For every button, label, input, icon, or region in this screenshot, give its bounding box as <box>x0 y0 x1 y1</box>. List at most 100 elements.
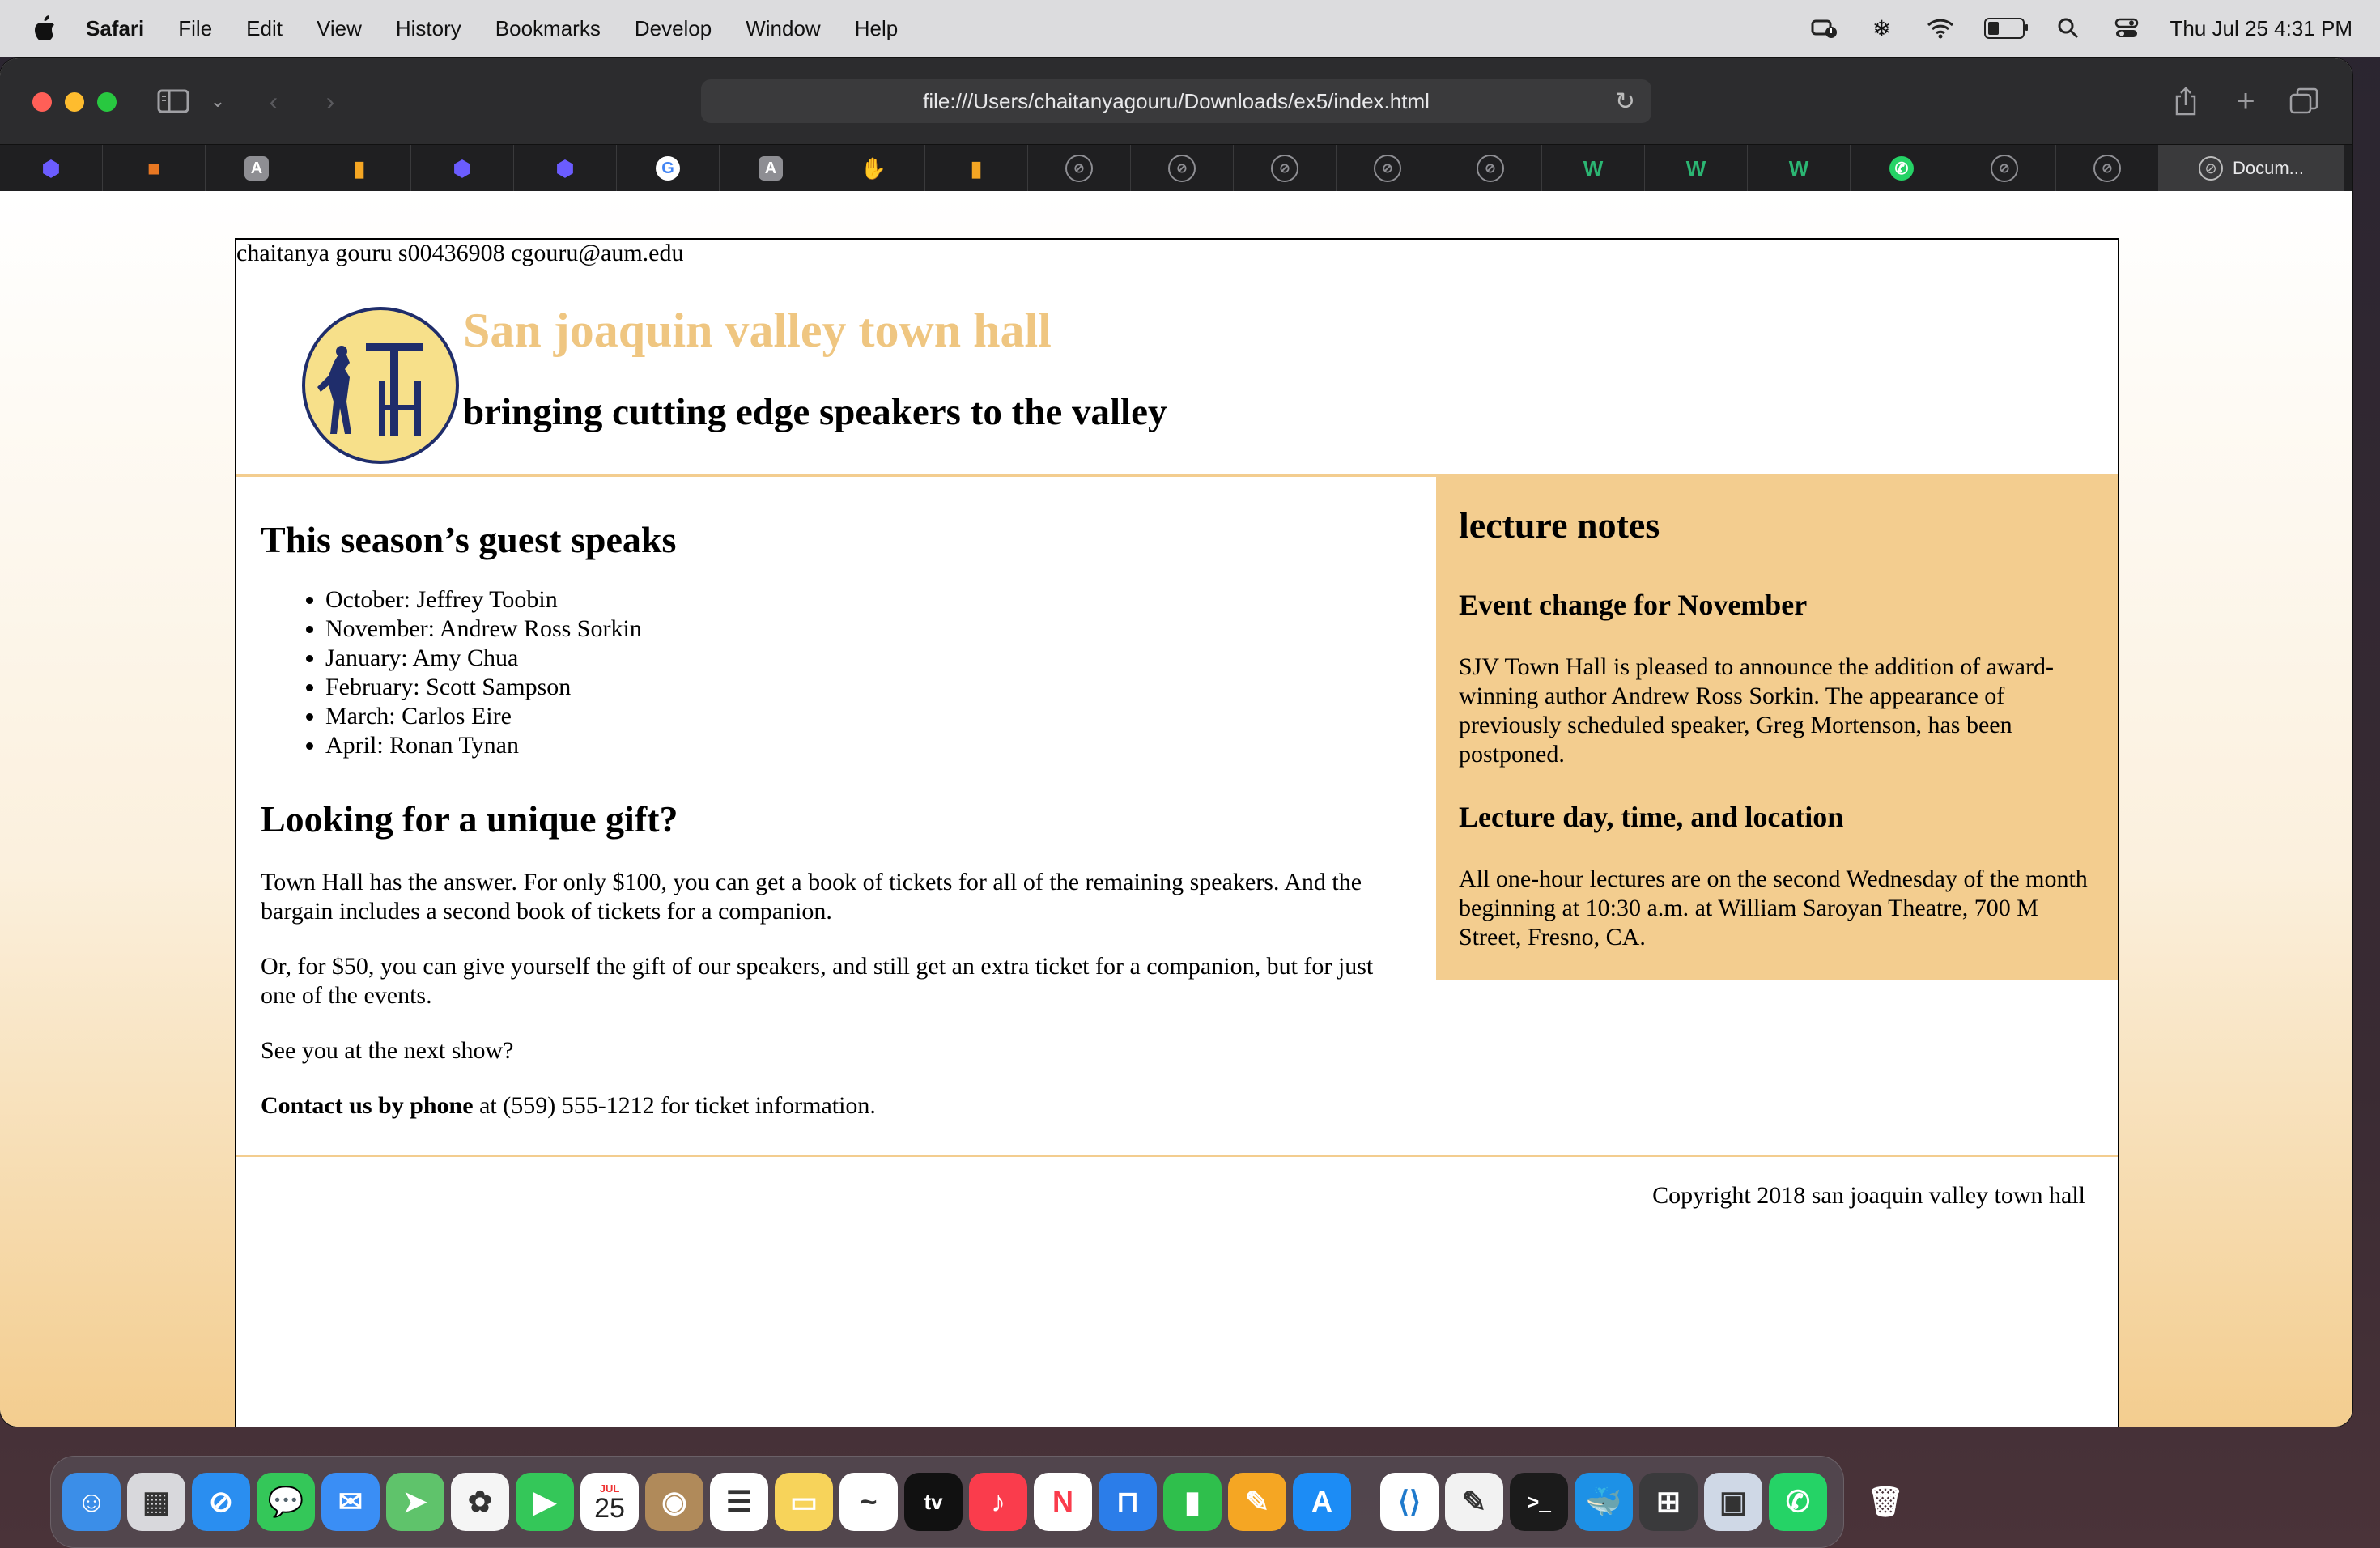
browser-tab[interactable]: ⊘ <box>1131 145 1234 192</box>
browser-tab[interactable]: A <box>206 145 308 192</box>
browser-tab[interactable]: G <box>617 145 720 192</box>
w-icon: W <box>1583 155 1604 181</box>
site-title: San joaquin valley town hall <box>463 304 1052 357</box>
compass-icon: ⊘ <box>1168 155 1196 182</box>
browser-tab[interactable]: A <box>720 145 822 192</box>
photos-icon[interactable]: ✿ <box>451 1473 509 1531</box>
menu-window[interactable]: Window <box>746 16 820 41</box>
browser-tab[interactable]: ⬢ <box>411 145 514 192</box>
letter-a-icon: A <box>759 156 783 181</box>
news-icon[interactable]: N <box>1034 1473 1092 1531</box>
lecture-notes-aside: lecture notes Event change for November … <box>1436 476 2118 980</box>
browser-tab[interactable]: ⊘ <box>1953 145 2056 192</box>
battery-icon[interactable] <box>1983 18 2028 39</box>
mail-icon[interactable]: ✉ <box>321 1473 380 1531</box>
browser-tab[interactable]: ⬢ <box>0 145 103 192</box>
event-change-text: SJV Town Hall is pleased to announce the… <box>1459 653 2054 768</box>
reminders-icon[interactable]: ☰ <box>710 1473 768 1531</box>
wifi-icon[interactable] <box>1926 16 1955 40</box>
browser-tab[interactable]: W <box>1645 145 1748 192</box>
launchpad-icon[interactable]: ▦ <box>127 1473 185 1531</box>
freeform-icon[interactable]: ~ <box>839 1473 898 1531</box>
snowflake-icon[interactable]: ❄ <box>1868 16 1897 41</box>
forward-arrow-icon[interactable]: › <box>316 83 345 120</box>
whatsapp-icon[interactable]: ✆ <box>1769 1473 1827 1531</box>
browser-tab[interactable]: ⊘ <box>1028 145 1131 192</box>
app-status-icon[interactable] <box>1809 16 1838 40</box>
back-arrow-icon[interactable]: ‹ <box>259 83 288 120</box>
new-tab-plus-icon[interactable]: + <box>2229 83 2262 120</box>
site-tagline: bringing cutting edge speakers to the va… <box>463 391 1167 433</box>
safari-icon[interactable]: ⊘ <box>192 1473 250 1531</box>
contacts-icon[interactable]: ◉ <box>645 1473 703 1531</box>
aside-heading: lecture notes <box>1459 504 1660 546</box>
terminal-icon[interactable]: >_ <box>1510 1473 1568 1531</box>
browser-toolbar: ⌄ ‹ › file:///Users/chaitanyagouru/Downl… <box>0 58 2352 144</box>
pages-icon[interactable]: ✎ <box>1228 1473 1286 1531</box>
app-store-icon[interactable]: A <box>1293 1473 1351 1531</box>
menu-help[interactable]: Help <box>855 16 898 41</box>
finder-icon[interactable]: ☺ <box>62 1473 121 1531</box>
bar-chart-icon: ▮ <box>353 155 366 181</box>
browser-tab[interactable]: ⊘ <box>1337 145 1439 192</box>
menubar-clock[interactable]: Thu Jul 25 4:31 PM <box>2170 16 2352 41</box>
speaker-item: April: Ronan Tynan <box>325 731 1394 760</box>
control-center-icon[interactable] <box>2112 16 2141 40</box>
menu-develop[interactable]: Develop <box>635 16 712 41</box>
preview-icon[interactable]: ▣ <box>1704 1473 1762 1531</box>
keynote-icon[interactable]: ⊓ <box>1099 1473 1157 1531</box>
speaker-item: January: Amy Chua <box>325 644 1394 673</box>
numbers-icon[interactable]: ▮ <box>1163 1473 1222 1531</box>
docker-icon[interactable]: 🐳 <box>1575 1473 1633 1531</box>
browser-tab[interactable]: ▮ <box>925 145 1028 192</box>
tab-group-chevron-down-icon[interactable]: ⌄ <box>206 83 230 120</box>
browser-tab-active[interactable]: ⊘ Docum... <box>2159 145 2344 192</box>
spotlight-search-icon[interactable] <box>2054 16 2083 40</box>
trash-icon[interactable]: 🗑 <box>1856 1473 1915 1531</box>
browser-tab[interactable]: W <box>1748 145 1851 192</box>
notes-icon[interactable]: ▭ <box>775 1473 833 1531</box>
browser-tab[interactable]: ■ <box>103 145 206 192</box>
calculator-icon[interactable]: ⊞ <box>1639 1473 1698 1531</box>
w-icon: W <box>1685 155 1706 181</box>
w-icon: W <box>1788 155 1809 181</box>
maps-icon[interactable]: ➤ <box>386 1473 444 1531</box>
browser-tab[interactable]: ⊘ <box>2056 145 2159 192</box>
browser-tab[interactable]: ✆ <box>1851 145 1953 192</box>
messages-icon[interactable]: 💬 <box>257 1473 315 1531</box>
browser-tab[interactable]: ✋ <box>822 145 925 192</box>
window-zoom-button[interactable] <box>97 92 117 112</box>
reload-icon[interactable]: ↻ <box>1615 87 1635 116</box>
bar-chart-icon: ▮ <box>970 155 983 181</box>
browser-tab[interactable]: ⊘ <box>1234 145 1337 192</box>
window-close-button[interactable] <box>32 92 52 112</box>
menu-app-name[interactable]: Safari <box>86 16 144 41</box>
sidebar-toggle-icon[interactable] <box>155 83 191 120</box>
menu-view[interactable]: View <box>317 16 362 41</box>
facetime-icon[interactable]: ▶ <box>516 1473 574 1531</box>
compass-icon: ⊘ <box>1065 155 1093 182</box>
menu-bookmarks[interactable]: Bookmarks <box>495 16 601 41</box>
compass-icon: ⊘ <box>2198 156 2223 181</box>
compass-icon: ⊘ <box>1991 155 2018 182</box>
share-icon[interactable] <box>2170 83 2202 120</box>
vscode-icon[interactable]: ⟨⟩ <box>1380 1473 1439 1531</box>
gift-heading: Looking for a unique gift? <box>261 798 678 840</box>
letter-a-icon: A <box>244 156 269 181</box>
window-minimize-button[interactable] <box>65 92 84 112</box>
browser-tab[interactable]: ▮ <box>308 145 411 192</box>
menu-edit[interactable]: Edit <box>246 16 283 41</box>
menu-file[interactable]: File <box>178 16 212 41</box>
menu-history[interactable]: History <box>396 16 461 41</box>
music-icon[interactable]: ♪ <box>969 1473 1027 1531</box>
calendar-icon[interactable]: JUL 25 <box>580 1473 639 1531</box>
apple-menu-icon[interactable] <box>31 14 58 43</box>
tv-icon[interactable]: tv <box>904 1473 963 1531</box>
textedit-icon[interactable]: ✎ <box>1445 1473 1503 1531</box>
browser-tab[interactable]: ⊘ <box>1439 145 1542 192</box>
browser-tab[interactable]: ⬢ <box>514 145 617 192</box>
browser-tab[interactable]: W <box>1542 145 1645 192</box>
speakers-heading: This season’s guest speaks <box>261 519 677 560</box>
tab-overview-icon[interactable] <box>2288 83 2320 120</box>
address-bar[interactable]: file:///Users/chaitanyagouru/Downloads/e… <box>701 79 1651 123</box>
